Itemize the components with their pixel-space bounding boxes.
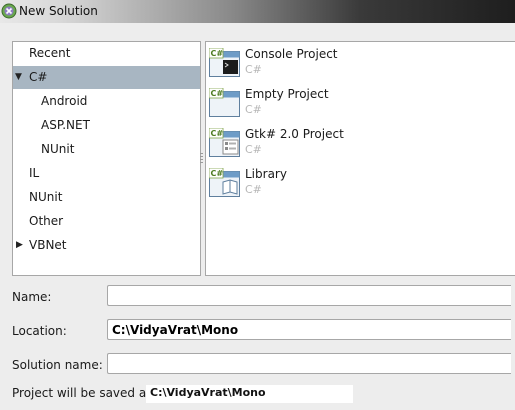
tree-item-label: C#	[29, 70, 48, 84]
tree-item-label: Other	[29, 214, 64, 228]
template-name: Empty Project	[245, 87, 329, 101]
name-input[interactable]	[107, 285, 511, 306]
template-language: C#	[245, 63, 262, 76]
template-gtk-project[interactable]: C# Gtk# 2.0 Project C#	[206, 122, 515, 162]
console-project-icon: C#	[209, 48, 240, 77]
tree-item-recent[interactable]: Recent	[13, 42, 200, 65]
template-empty-project[interactable]: C# Empty Project C#	[206, 82, 515, 122]
tree-item-label: IL	[29, 166, 40, 180]
template-list[interactable]: C# Console Project C# C# Empty Project C…	[205, 41, 515, 276]
title-bar: New Solution	[0, 0, 515, 23]
tree-item-other[interactable]: Other	[13, 210, 200, 233]
tree-item-aspnet[interactable]: ASP.NET	[13, 114, 200, 137]
empty-project-icon: C#	[209, 88, 240, 117]
gtk-project-icon: C#	[209, 128, 240, 157]
tree-item-nunit[interactable]: NUnit	[13, 186, 200, 209]
location-input[interactable]	[107, 319, 511, 340]
solution-name-input[interactable]	[107, 353, 511, 374]
library-project-icon: C#	[209, 168, 240, 197]
tree-item-label: NUnit	[29, 190, 63, 204]
csharp-badge: C#	[211, 129, 224, 138]
tree-item-csharp[interactable]: ▼ C#	[13, 66, 200, 89]
location-label: Location:	[12, 324, 67, 338]
tree-item-android[interactable]: Android	[13, 90, 200, 113]
template-name: Gtk# 2.0 Project	[245, 127, 344, 141]
tree-item-il[interactable]: IL	[13, 162, 200, 185]
template-name: Console Project	[245, 47, 338, 61]
monodevelop-app-icon	[1, 3, 17, 19]
csharp-badge: C#	[211, 169, 224, 178]
tree-item-label: ASP.NET	[41, 118, 90, 132]
tree-item-label: VBNet	[29, 238, 67, 252]
save-location-path: C:\VidyaVrat\Mono	[150, 386, 266, 399]
tree-item-label: NUnit	[41, 142, 75, 156]
tree-item-label: Recent	[29, 46, 71, 60]
template-language: C#	[245, 183, 262, 196]
collapsed-arrow-icon[interactable]: ▶	[16, 234, 26, 257]
window-title: New Solution	[19, 4, 98, 18]
tree-item-label: Android	[41, 94, 88, 108]
template-library[interactable]: C# Library C#	[206, 162, 515, 202]
name-label: Name:	[12, 290, 52, 304]
expanded-arrow-icon[interactable]: ▼	[15, 66, 25, 89]
solution-name-label: Solution name:	[12, 358, 103, 372]
template-language: C#	[245, 103, 262, 116]
pane-splitter-handle[interactable]	[200, 153, 203, 163]
template-name: Library	[245, 167, 287, 181]
template-language: C#	[245, 143, 262, 156]
tree-item-csharp-nunit[interactable]: NUnit	[13, 138, 200, 161]
template-console-project[interactable]: C# Console Project C#	[206, 42, 515, 82]
csharp-badge: C#	[211, 49, 224, 58]
category-tree[interactable]: Recent ▼ C# Android ASP.NET NUnit IL NUn…	[12, 41, 201, 276]
csharp-badge: C#	[211, 89, 224, 98]
save-location-prefix: Project will be saved at	[12, 386, 151, 400]
tree-item-vbnet[interactable]: ▶ VBNet	[13, 234, 200, 257]
